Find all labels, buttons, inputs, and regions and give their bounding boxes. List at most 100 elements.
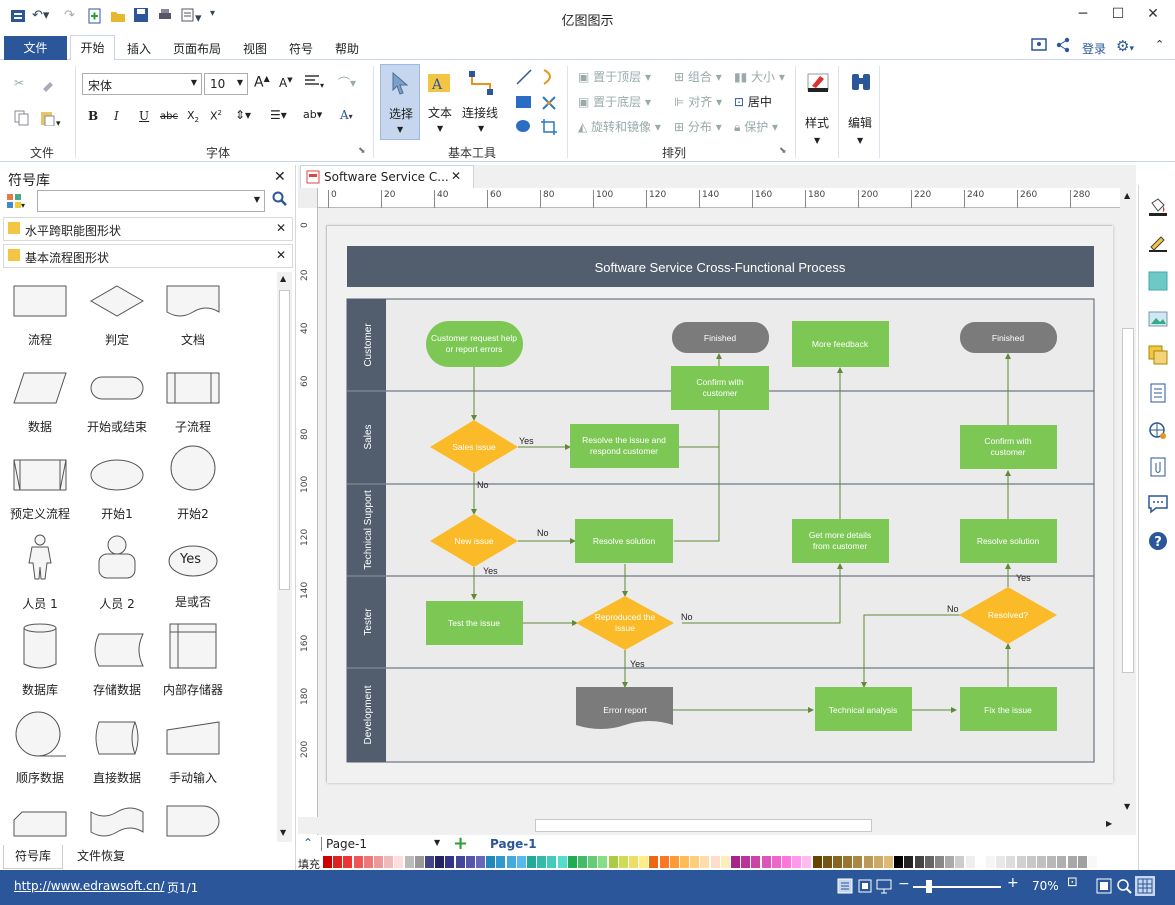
shape-card[interactable] [2, 804, 78, 841]
color-swatch[interactable] [363, 856, 373, 868]
full-screen-icon[interactable] [857, 878, 873, 897]
tab-file[interactable]: 文件 [4, 36, 67, 60]
color-swatch[interactable] [986, 856, 995, 868]
shape-delay[interactable] [155, 804, 231, 841]
size-button[interactable]: ▮▮ 大小 ▾ [734, 68, 785, 85]
library-category-basic-flowchart[interactable]: 基本流程图形状 ✕ [3, 244, 293, 268]
canvas-h-scroll-thumb[interactable] [535, 819, 872, 832]
paste-icon[interactable]: ▾ [40, 110, 61, 129]
drawing-page[interactable]: Software Service Cross-Functional Proces… [326, 225, 1113, 783]
style-button[interactable]: 样式 ▼ [800, 64, 836, 154]
color-swatch[interactable] [945, 856, 955, 868]
canvas-horizontal-scrollbar[interactable]: ▶ [298, 817, 1120, 834]
image-icon[interactable] [1148, 309, 1168, 332]
node-finished-1[interactable]: Finished [672, 322, 769, 353]
color-swatch[interactable] [557, 856, 567, 868]
color-swatch[interactable] [863, 856, 873, 868]
color-swatch[interactable] [343, 856, 353, 868]
maximize-icon[interactable]: ☐ [1103, 6, 1133, 22]
shape-manual-input[interactable]: 手动输入 [155, 718, 231, 786]
color-swatch[interactable] [761, 856, 771, 868]
scroll-up-icon[interactable]: ▲ [1124, 191, 1130, 200]
edit-button[interactable]: 编辑 ▼ [843, 64, 879, 154]
shape-process[interactable]: 流程 [2, 284, 78, 348]
color-swatch[interactable] [833, 856, 842, 868]
color-swatch[interactable] [822, 856, 832, 868]
color-swatch[interactable] [1088, 856, 1097, 868]
send-to-back-button[interactable]: ▣ 置于底层 ▾ [578, 93, 651, 110]
node-resolve-solution-1[interactable]: Resolve solution [575, 519, 673, 563]
color-swatch[interactable] [669, 856, 679, 868]
distribute-button[interactable]: ⊞ 分布 ▾ [674, 118, 722, 135]
color-swatch[interactable] [1016, 856, 1026, 868]
bold-icon[interactable]: B [88, 109, 98, 123]
color-swatch[interactable] [455, 856, 465, 868]
color-swatch[interactable] [333, 856, 343, 868]
bring-to-front-button[interactable]: ▣ 置于顶层 ▾ [578, 68, 651, 85]
color-swatch[interactable] [435, 856, 445, 868]
close-panel-icon[interactable]: ✕ [274, 169, 286, 185]
library-scrollbar[interactable]: ▲ ▼ [277, 272, 292, 842]
node-technical-analysis[interactable]: Technical analysis [815, 687, 912, 731]
presentation-icon[interactable] [876, 878, 892, 897]
rectangle-tool-icon[interactable] [515, 94, 533, 113]
color-swatch[interactable] [720, 856, 730, 868]
shape-start2[interactable]: 开始2 [155, 444, 231, 522]
library-category-cross-functional[interactable]: 水平跨职能图形状 ✕ [3, 217, 293, 241]
node-resolve-solution-2[interactable]: Resolve solution [960, 519, 1057, 563]
color-swatch[interactable] [547, 856, 557, 868]
zoom-level[interactable]: 70% [1032, 879, 1059, 893]
color-swatch[interactable] [639, 856, 649, 868]
collapse-ribbon-icon[interactable]: ⌃ [1155, 38, 1164, 51]
color-swatch[interactable] [588, 856, 598, 868]
tab-page-layout[interactable]: 页面布局 [173, 40, 221, 57]
bullet-list-icon[interactable]: ☰▾ [270, 108, 287, 122]
normal-view-icon[interactable] [837, 878, 853, 897]
line-style-icon[interactable] [1148, 233, 1168, 256]
cross-tool-icon[interactable] [540, 94, 558, 115]
node-get-more-details[interactable]: Get more details from customer [792, 519, 889, 563]
fill-style-icon[interactable] [1148, 197, 1168, 220]
share-screen-icon[interactable] [1031, 37, 1047, 56]
underline-icon[interactable]: U [139, 109, 149, 123]
color-swatch[interactable] [904, 856, 914, 868]
color-swatch[interactable] [506, 856, 516, 868]
color-swatch[interactable] [578, 856, 587, 868]
color-swatch[interactable] [1077, 856, 1087, 868]
hyperlink-icon[interactable] [1148, 421, 1168, 444]
shape-database[interactable]: 数据库 [2, 622, 78, 698]
color-swatch[interactable] [914, 856, 924, 868]
color-swatch[interactable] [884, 856, 893, 868]
color-swatch[interactable] [996, 856, 1006, 868]
search-icon[interactable] [272, 191, 288, 210]
ellipse-tool-icon[interactable] [515, 118, 533, 137]
close-category-icon[interactable]: ✕ [276, 248, 286, 262]
grid-view-icon[interactable] [1135, 876, 1155, 896]
text-tool-button[interactable]: A 文本 ▼ [423, 64, 459, 140]
node-customer-request[interactable]: Customer request help or report errors [426, 321, 523, 367]
color-swatch[interactable] [353, 856, 363, 868]
color-swatch[interactable] [425, 856, 434, 868]
shape-sequential-data[interactable]: 顺序数据 [2, 710, 78, 786]
settings-gear-icon[interactable]: ⚙▾ [1116, 37, 1134, 55]
share-icon[interactable] [1055, 37, 1071, 56]
shape-decision[interactable]: 判定 [79, 284, 155, 348]
font-name-select[interactable]: 宋体 ▼ [82, 73, 202, 95]
line-tool-icon[interactable] [515, 68, 533, 89]
color-swatch[interactable] [812, 856, 822, 868]
curve-tool-icon[interactable] [540, 68, 558, 89]
color-swatch[interactable] [1006, 856, 1016, 868]
protect-button[interactable]: 🔒︎ 保护 ▾ [734, 118, 778, 135]
zoom-slider-thumb[interactable] [926, 880, 932, 893]
color-swatch[interactable] [394, 856, 404, 868]
color-swatch[interactable] [384, 856, 394, 868]
zoom-to-selection-icon[interactable] [1116, 878, 1132, 897]
strikethrough-icon[interactable]: abc [160, 111, 178, 122]
close-tab-icon[interactable]: ✕ [451, 169, 461, 183]
color-swatch[interactable] [751, 856, 761, 868]
color-swatch[interactable] [975, 856, 985, 868]
add-page-icon[interactable]: + [453, 833, 468, 854]
shape-yes-no[interactable]: Yes 是或否 [155, 544, 231, 610]
attachment-icon[interactable] [1148, 457, 1168, 480]
rotate-mirror-button[interactable]: ◭ 旋转和镜像 ▾ [578, 118, 661, 135]
